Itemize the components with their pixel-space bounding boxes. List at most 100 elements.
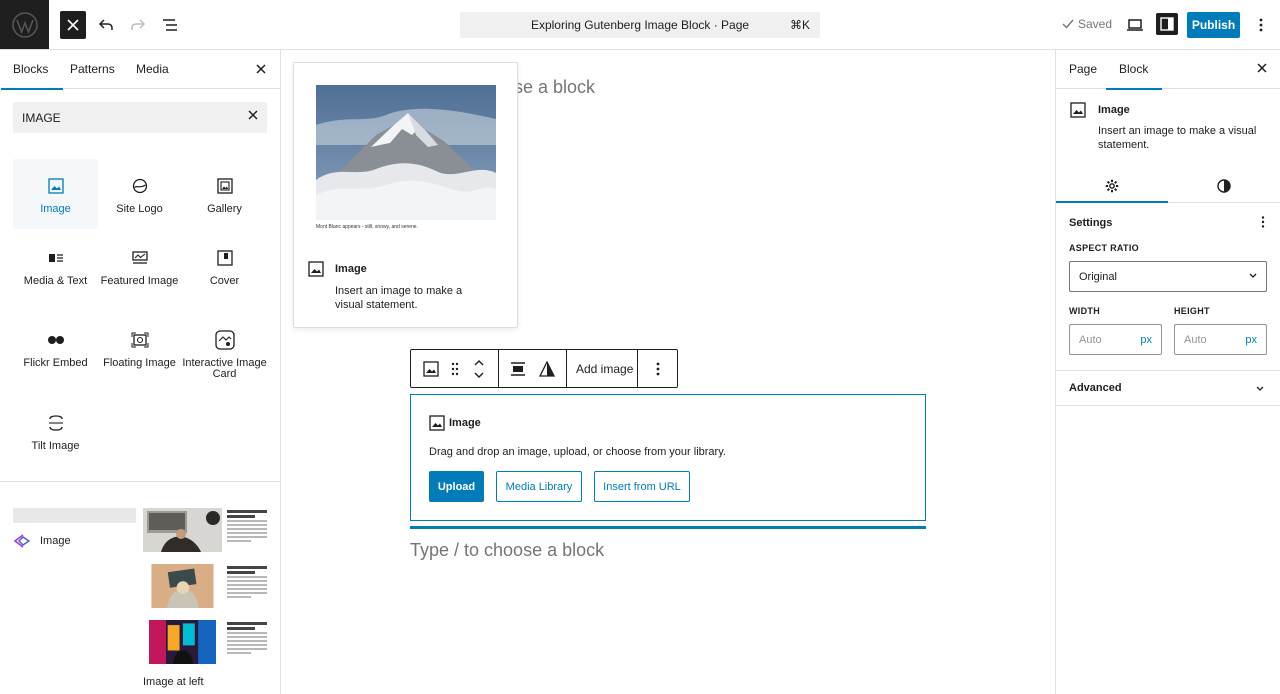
preview-image-caption: Mont Blanc appears - still, snowy, and s… [316,224,418,230]
placeholder-instructions: Drag and drop an image, upload, or choos… [429,446,726,458]
block-item-label: Cover [209,275,240,287]
image-icon [423,361,439,377]
block-item-media-text[interactable]: Media & Text [13,248,98,287]
duotone-button[interactable] [537,359,557,379]
floating-image-icon [130,330,150,350]
block-options-button[interactable] [648,359,668,379]
block-item-label: Featured Image [100,275,179,287]
styles-subtab[interactable] [1214,176,1234,196]
block-item-label: Flickr Embed [23,357,88,369]
redo-button[interactable] [125,12,151,38]
preview-block-description: Insert an image to make a visual stateme… [335,285,463,311]
block-item-label: Interactive Image Card [182,357,267,380]
interactive-image-card-icon [214,330,235,350]
editor-canvas: ose a block Mont Blanc appears - still, … [281,50,1055,694]
width-placeholder: Auto [1079,333,1102,346]
media-library-button[interactable]: Media Library [496,471,582,502]
document-title: Exploring Gutenberg Image Block · Page [530,18,750,32]
pattern-text-block [227,510,267,544]
block-item-featured-image[interactable]: Featured Image [97,248,182,287]
pattern-text-block [227,622,267,656]
clear-search-button[interactable] [248,110,258,120]
block-item-site-logo[interactable]: Site Logo [97,176,182,215]
block-item-floating-image[interactable]: Floating Image [97,330,182,369]
close-inserter-icon[interactable] [256,64,266,74]
close-inserter-button[interactable] [60,11,86,39]
block-item-image[interactable]: Image [13,159,98,229]
drag-handle-icon [451,362,459,376]
width-input[interactable]: Auto px [1069,324,1162,355]
more-vertical-icon [1259,18,1263,32]
block-item-label: Tilt Image [31,440,80,452]
pattern-category-image[interactable]: Image [14,534,71,548]
divider [1056,405,1280,406]
block-item-label: Gallery [207,203,242,215]
block-item-interactive-image-card[interactable]: Interactive Image Card [182,330,267,380]
block-item-gallery[interactable]: Gallery [182,176,267,215]
preview-button[interactable] [1122,12,1148,38]
close-settings-button[interactable] [1257,63,1267,73]
upload-button[interactable]: Upload [429,471,484,502]
undo-button[interactable] [93,12,119,38]
search-value: IMAGE [22,110,61,125]
aspect-ratio-select[interactable]: Original [1069,261,1267,292]
desk-photo [151,564,214,608]
placeholder-title: Image [449,417,481,429]
block-item-cover[interactable]: Cover [182,248,267,287]
inserter-tabs: Blocks Patterns Media [0,50,280,90]
aspect-ratio-label: ASPECT RATIO [1069,243,1139,253]
toolbar-separator [637,350,638,387]
align-button[interactable] [508,359,528,379]
settings-subtabs [1056,168,1280,203]
wordpress-logo[interactable] [0,0,49,49]
height-input[interactable]: Auto px [1174,324,1267,355]
tab-blocks[interactable]: Blocks [0,62,64,90]
height-label: HEIGHT [1174,306,1210,316]
close-icon [67,19,79,31]
document-title-bar[interactable]: Exploring Gutenberg Image Block · Page ⌘… [460,12,820,38]
desktop-icon [1127,19,1143,31]
settings-panel-options-button[interactable] [1261,216,1265,228]
divider [1056,370,1280,371]
tab-block[interactable]: Block [1105,62,1163,90]
block-item-label: Media & Text [23,275,88,287]
block-search-input[interactable]: IMAGE [13,102,267,133]
image-icon [46,176,66,196]
move-up-down-button[interactable] [469,359,489,379]
block-item-label: Image [40,203,71,215]
height-placeholder: Auto [1184,333,1207,346]
default-block-appender[interactable]: Type / to choose a block [410,540,604,561]
advanced-panel-toggle[interactable]: Advanced [1069,382,1122,394]
gear-icon [1105,179,1119,193]
tilt-image-icon [46,413,66,433]
add-image-button[interactable]: Add image [576,362,633,376]
settings-subtab[interactable] [1102,176,1122,196]
publish-button[interactable]: Publish [1187,12,1240,38]
chevron-down-icon [1248,272,1258,280]
pattern-preview-image-at-left[interactable] [143,508,268,668]
tab-media[interactable]: Media [136,62,169,76]
height-unit-select[interactable]: px [1245,334,1257,346]
block-type-button[interactable] [421,359,441,379]
close-icon [248,110,258,120]
half-circle-icon [1217,179,1231,193]
insert-from-url-button[interactable]: Insert from URL [594,471,690,502]
media-text-icon [46,248,66,268]
settings-toggle-button[interactable] [1156,13,1178,35]
block-item-flickr-embed[interactable]: Flickr Embed [13,330,98,369]
wordpress-icon [11,11,38,38]
width-unit-select[interactable]: px [1140,334,1152,346]
tab-patterns[interactable]: Patterns [70,62,115,76]
drag-handle[interactable] [445,359,465,379]
block-item-label: Floating Image [103,357,176,369]
block-item-tilt-image[interactable]: Tilt Image [13,413,98,452]
site-logo-icon [130,176,150,196]
tab-page[interactable]: Page [1069,62,1097,76]
list-view-icon [163,19,177,31]
block-inserter-panel: Blocks Patterns Media IMAGE Image Site L… [0,50,281,694]
settings-tabs: Page Block [1056,50,1280,90]
undo-icon [98,19,113,30]
options-button[interactable] [1248,12,1274,38]
image-icon [1070,102,1086,118]
document-overview-button[interactable] [157,12,183,38]
